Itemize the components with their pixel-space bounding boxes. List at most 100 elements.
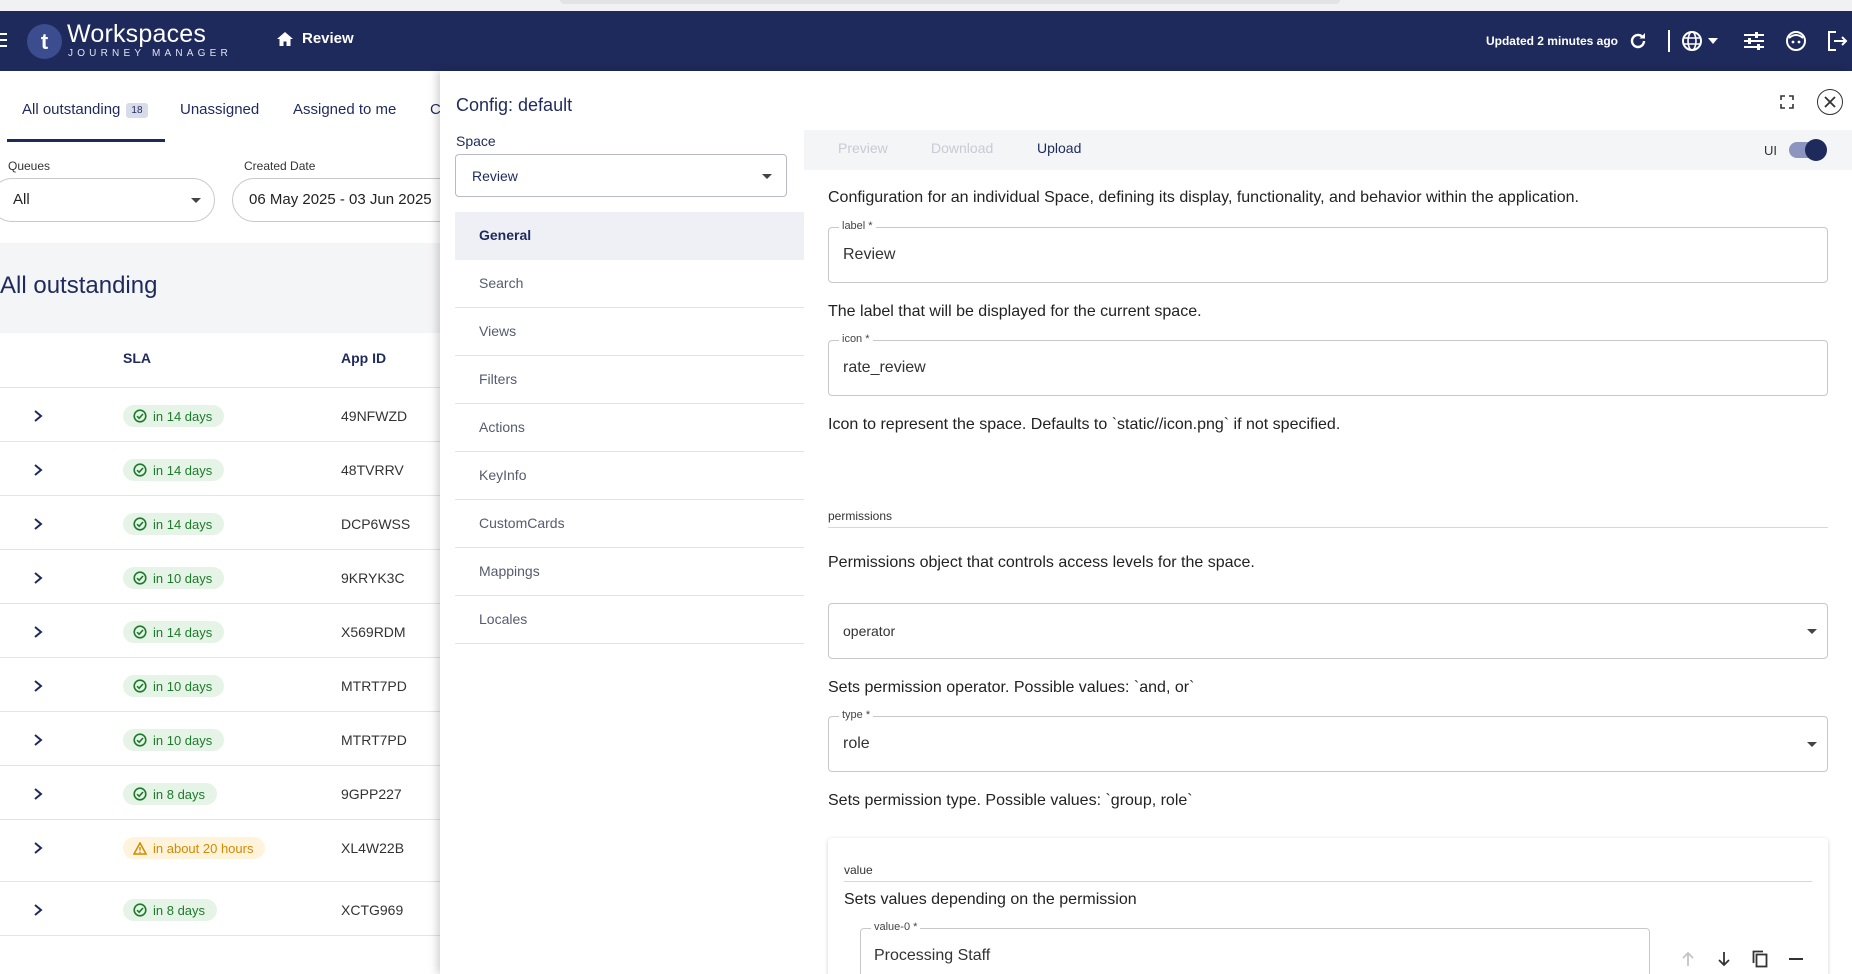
menu-icon[interactable]: [0, 33, 8, 47]
table-row[interactable]: in about 20 hours XL4W22B: [0, 819, 440, 881]
menu-item-filters[interactable]: Filters: [455, 356, 805, 404]
tab-all-outstanding[interactable]: All outstanding 18: [22, 101, 148, 118]
permissions-label: permissions: [828, 509, 893, 523]
column-header-sla[interactable]: SLA: [123, 350, 151, 366]
type-value: role: [843, 735, 870, 752]
sla-text: in 14 days: [153, 408, 213, 424]
arrow-up-icon[interactable]: [1678, 949, 1698, 969]
check-circle-icon: [133, 679, 147, 693]
ui-toggle-label: UI: [1764, 143, 1777, 158]
type-field-label: type *: [839, 709, 874, 721]
type-select[interactable]: type * role: [828, 709, 1828, 772]
close-icon[interactable]: [1817, 89, 1843, 115]
expand-row-icon[interactable]: [33, 903, 43, 916]
expand-row-icon[interactable]: [33, 517, 43, 530]
operator-help: Sets permission operator. Possible value…: [828, 679, 1195, 696]
tab-label: All outstanding: [22, 101, 121, 118]
language-icon[interactable]: [1680, 29, 1704, 53]
logo-icon: t: [27, 24, 62, 59]
label-field-label: label *: [839, 220, 876, 232]
table-row[interactable]: in 10 days MTRT7PD: [0, 711, 440, 765]
check-circle-icon: [133, 463, 147, 477]
menu-item-locales[interactable]: Locales: [455, 596, 805, 644]
menu-item-general[interactable]: General: [455, 212, 805, 260]
column-header-app-id[interactable]: App ID: [341, 350, 386, 366]
menu-item-mappings[interactable]: Mappings: [455, 548, 805, 596]
check-circle-icon: [133, 733, 147, 747]
app-id: 49NFWZD: [341, 408, 408, 424]
settings-sliders-icon[interactable]: [1742, 29, 1766, 53]
menu-item-keyinfo[interactable]: KeyInfo: [455, 452, 805, 500]
expand-row-icon[interactable]: [33, 679, 43, 692]
divider: [828, 527, 1828, 528]
table-row[interactable]: in 14 days 48TVRRV: [0, 441, 440, 495]
table-row[interactable]: in 14 days 49NFWZD: [0, 387, 440, 441]
active-tab-indicator: [7, 139, 165, 142]
expand-row-icon[interactable]: [33, 787, 43, 800]
menu-item-views[interactable]: Views: [455, 308, 805, 356]
tab-upload[interactable]: Upload: [1037, 140, 1081, 156]
check-circle-icon: [133, 571, 147, 585]
icon-field[interactable]: icon * rate_review: [828, 333, 1828, 396]
ui-toggle[interactable]: [1789, 139, 1827, 161]
sla-text: in about 20 hours: [153, 840, 254, 856]
expand-row-icon[interactable]: [33, 409, 43, 422]
tab-assigned-to-me[interactable]: Assigned to me: [293, 101, 396, 118]
sla-text: in 10 days: [153, 570, 213, 586]
menu-item-customcards[interactable]: CustomCards: [455, 500, 805, 548]
menu-item-actions[interactable]: Actions: [455, 404, 805, 452]
table-row[interactable]: in 10 days 9KRYK3C: [0, 549, 440, 603]
logout-icon[interactable]: [1826, 29, 1850, 53]
label-field-value: Review: [843, 246, 896, 263]
label-field[interactable]: label * Review: [828, 220, 1828, 283]
icon-field-label: icon *: [839, 333, 873, 345]
value-0-field[interactable]: value-0 * Processing Staff: [860, 921, 1650, 974]
table-row[interactable]: in 10 days MTRT7PD: [0, 657, 440, 711]
sla-badge: in about 20 hours: [123, 837, 266, 859]
queues-select[interactable]: All: [0, 178, 215, 222]
refresh-icon[interactable]: [1626, 29, 1650, 53]
space-intro: Configuration for an individual Space, d…: [828, 189, 1579, 206]
icon-field-value: rate_review: [843, 359, 926, 376]
nav-review[interactable]: Review: [276, 30, 354, 47]
table-row[interactable]: in 8 days XCTG969: [0, 881, 440, 935]
queues-label: Queues: [8, 159, 51, 173]
tab-download[interactable]: Download: [931, 140, 993, 156]
expand-row-icon[interactable]: [33, 733, 43, 746]
tab-preview[interactable]: Preview: [838, 140, 888, 156]
config-drawer: Config: default Space Review General Sear…: [440, 71, 1852, 974]
chevron-down-icon[interactable]: [1706, 29, 1720, 53]
sla-badge: in 14 days: [123, 405, 225, 427]
icon-help: Icon to represent the space. Defaults to…: [828, 416, 1341, 433]
table-row[interactable]: in 8 days 9GPP227: [0, 765, 440, 819]
check-circle-icon: [133, 903, 147, 917]
config-editor: Preview Download Upload UI Configuration…: [804, 130, 1852, 974]
space-value: Review: [472, 168, 518, 184]
app-id: XL4W22B: [341, 840, 405, 856]
expand-row-icon[interactable]: [33, 625, 43, 638]
table-row[interactable]: in 14 days X569RDM: [0, 603, 440, 657]
sla-badge: in 14 days: [123, 621, 225, 643]
space-select[interactable]: Review: [455, 154, 787, 197]
remove-icon[interactable]: [1786, 949, 1806, 969]
menu-item-search[interactable]: Search: [455, 260, 805, 308]
chevron-down-icon: [191, 198, 201, 203]
copy-icon[interactable]: [1750, 949, 1770, 969]
tab-unassigned[interactable]: Unassigned: [180, 101, 259, 118]
fullscreen-icon[interactable]: [1780, 95, 1794, 109]
app-id: DCP6WSS: [341, 516, 411, 532]
editor-tabs: Preview Download Upload UI: [804, 130, 1852, 170]
created-date-picker[interactable]: 06 May 2025 - 03 Jun 2025: [232, 178, 462, 222]
value-0-label: value-0 *: [871, 921, 921, 933]
table-row[interactable]: in 14 days DCP6WSS: [0, 495, 440, 549]
operator-select[interactable]: operator: [828, 603, 1828, 659]
expand-row-icon[interactable]: [33, 841, 43, 854]
expand-row-icon[interactable]: [33, 571, 43, 584]
arrow-down-icon[interactable]: [1714, 949, 1734, 969]
operator-value: operator: [843, 623, 896, 639]
check-circle-icon: [133, 625, 147, 639]
queues-value: All: [13, 191, 30, 208]
expand-row-icon[interactable]: [33, 463, 43, 476]
sla-badge: in 10 days: [123, 675, 225, 697]
avatar-icon[interactable]: [1784, 29, 1808, 53]
